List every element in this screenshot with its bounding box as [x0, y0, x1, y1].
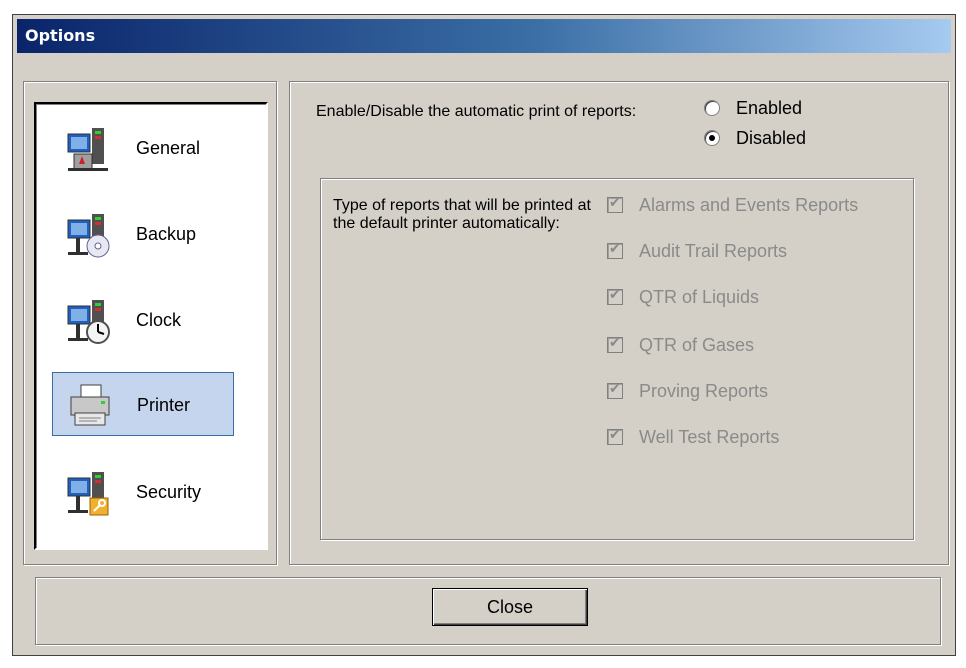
sidebar-item-label: Printer [137, 395, 191, 415]
window-title: Options [25, 26, 96, 45]
computer-key-icon [67, 472, 109, 516]
checkbox-label: QTR of Liquids [639, 287, 760, 307]
computer-clock-icon [67, 300, 110, 344]
printer-settings-group: Enable/Disable the automatic print of re… [289, 81, 949, 565]
printer-icon [70, 384, 110, 426]
sidebar-item-clock[interactable]: Clock [52, 288, 234, 352]
checkbox-box[interactable] [607, 195, 623, 213]
sidebar-item-printer[interactable]: Printer [52, 372, 234, 436]
sidebar-item-general[interactable]: General [52, 116, 234, 180]
sidebar-item-security[interactable]: Security [52, 460, 234, 524]
radio-label: Disabled [736, 128, 807, 148]
category-group: General Backup Clock Printer Security [23, 81, 277, 565]
sidebar-item-label: Backup [136, 224, 197, 244]
checkbox-box[interactable] [607, 287, 623, 305]
title-bar: Options [17, 19, 951, 53]
radio-button-enabled[interactable] [704, 100, 720, 116]
checkbox-label: Audit Trail Reports [639, 241, 788, 261]
checkbox-box[interactable] [607, 335, 623, 353]
sidebar-item-backup[interactable]: Backup [52, 202, 234, 266]
checkbox-label: Proving Reports [639, 381, 769, 401]
button-bar: Close [35, 577, 941, 645]
checkbox-label: QTR of Gases [639, 335, 755, 355]
close-button[interactable]: Close [432, 588, 588, 626]
options-window: Options General Backup Clock Printer Sec… [12, 14, 956, 656]
auto-print-label: Enable/Disable the automatic print of re… [316, 103, 637, 120]
category-list: General Backup Clock Printer Security [34, 102, 268, 550]
radio-label: Enabled [736, 98, 803, 118]
report-types-group: Type of reports that will be printed at … [320, 178, 914, 540]
sidebar-item-label: Clock [136, 310, 182, 330]
radio-button-disabled[interactable] [704, 130, 720, 146]
checkbox-box[interactable] [607, 381, 623, 399]
sidebar-item-label: General [136, 138, 201, 158]
sidebar-item-label: Security [136, 482, 202, 502]
checkbox-box[interactable] [607, 241, 623, 259]
computer-settings-icon [67, 128, 108, 171]
report-types-label: Type of reports that will be printed at … [333, 197, 591, 232]
computer-disc-icon [67, 214, 110, 258]
checkbox-label: Alarms and Events Reports [639, 195, 859, 215]
checkbox-box[interactable] [607, 427, 623, 445]
checkbox-label: Well Test Reports [639, 427, 780, 447]
